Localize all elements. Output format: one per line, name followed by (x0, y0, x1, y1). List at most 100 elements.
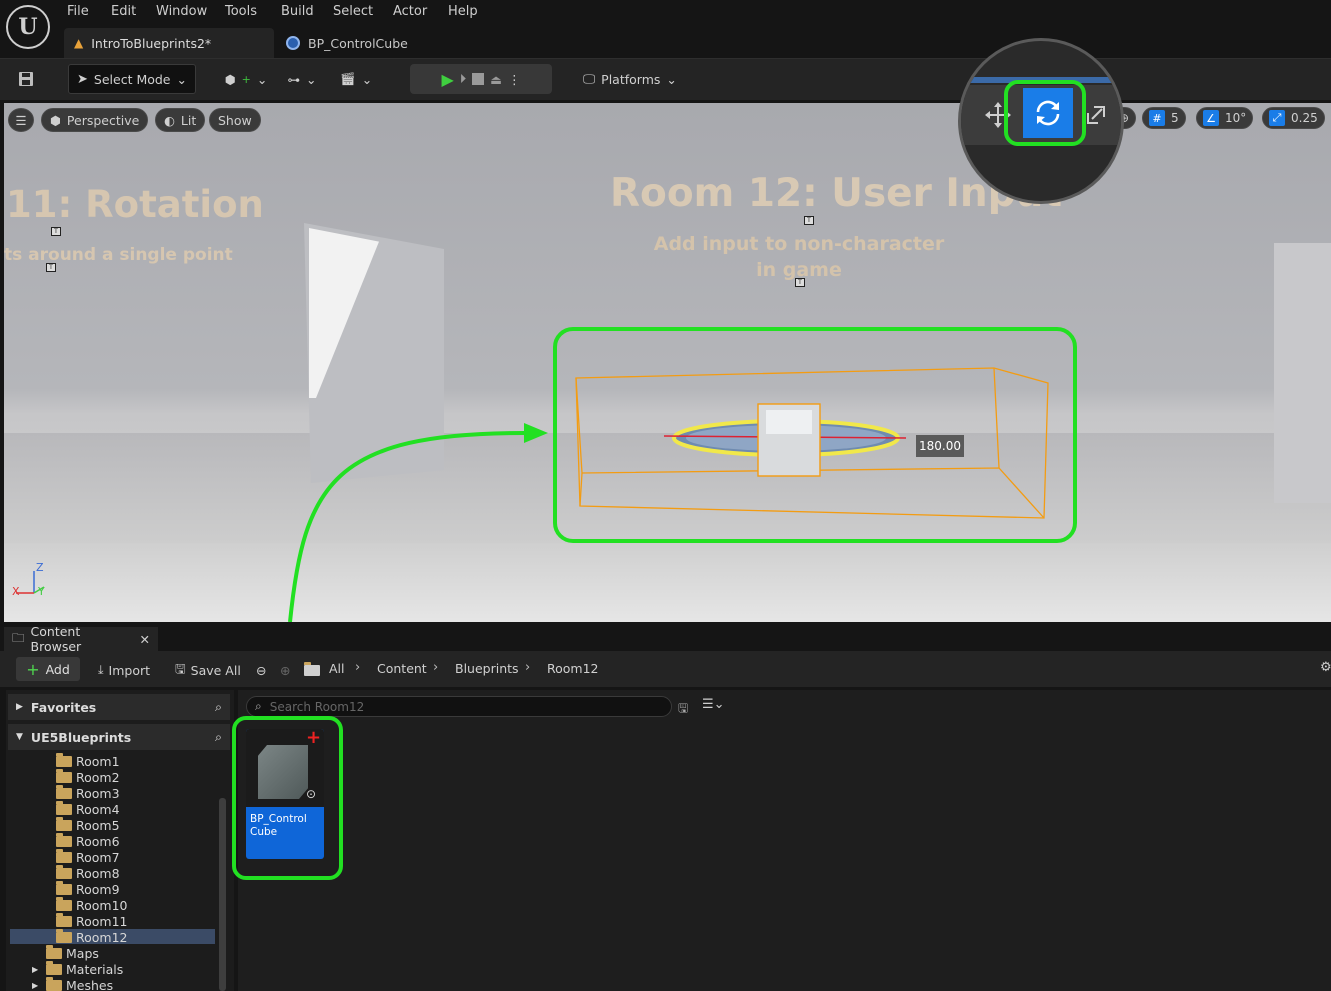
folder-icon (56, 848, 72, 863)
tree-folder-room8[interactable]: Room8 (56, 864, 128, 881)
folder-label: Room6 (76, 833, 120, 849)
folder-icon (56, 864, 72, 879)
unreal-logo-icon[interactable]: U (6, 5, 50, 49)
tree-folder-room6[interactable]: Room6 (56, 832, 128, 849)
lit-button[interactable]: ◐ Lit (155, 108, 206, 132)
tree-folder-room7[interactable]: Room7 (56, 848, 128, 865)
folder-icon (46, 960, 62, 975)
settings-gear-icon[interactable]: ⚙ (1320, 660, 1331, 675)
chevron-down-icon: ⌄ (256, 71, 268, 87)
save-icon[interactable] (12, 64, 40, 94)
eject-icon[interactable]: ⏏︎ (490, 72, 502, 87)
folder-label: Room4 (76, 801, 120, 817)
search-placeholder: Search Room12 (269, 699, 365, 714)
step-icon[interactable]: ⏵︎ (460, 72, 467, 87)
tree-folder-meshes[interactable]: ▶ Meshes (32, 976, 123, 991)
tree-folder-room1[interactable]: Room1 (56, 752, 128, 769)
chevron-down-icon: ⌄ (361, 71, 373, 87)
history-back-button[interactable]: ⊖ (256, 661, 266, 679)
menu-actor[interactable]: Actor (393, 4, 427, 20)
save-all-button[interactable]: 🖫︎ Save All (175, 661, 241, 679)
tab-content-browser[interactable]: 🗀︎ Content Browser ✕ (4, 624, 158, 654)
tree-folder-maps[interactable]: Maps (32, 944, 123, 961)
close-icon[interactable]: ✕ (140, 632, 150, 647)
history-forward-button[interactable]: ⊕ (280, 661, 290, 679)
folder-label: Maps (66, 945, 99, 961)
cinematics-button[interactable]: 🎬︎ ⌄ (336, 64, 376, 94)
breadcrumb-room12[interactable]: Room12 (547, 661, 599, 676)
breadcrumb-content[interactable]: Content (377, 661, 427, 676)
more-options-icon[interactable]: ⋮ (508, 72, 521, 87)
viewport-menu-icon[interactable]: ☰ (8, 108, 34, 132)
tab-level[interactable]: ▲ IntroToBlueprints2* (64, 28, 274, 58)
folder-label: Room3 (76, 785, 120, 801)
folder-label: Materials (66, 961, 124, 977)
menu-help[interactable]: Help (448, 4, 478, 20)
menu-window[interactable]: Window (156, 4, 207, 20)
angle-icon: ∠ (1203, 110, 1219, 126)
platforms-label: Platforms (601, 71, 661, 87)
filter-icon[interactable]: ☰⌄ (702, 697, 725, 712)
chevron-right-icon: ▶ (32, 980, 39, 990)
tree-folder-materials[interactable]: ▶ Materials (32, 960, 124, 977)
tree-folder-room4[interactable]: Room4 (56, 800, 128, 817)
search-icon[interactable]: ⌕ (215, 729, 222, 745)
add-button[interactable]: + Add (16, 657, 80, 681)
show-button[interactable]: Show (209, 108, 261, 132)
perspective-button[interactable]: ⬢ Perspective (41, 108, 149, 132)
menu-tools[interactable]: Tools (225, 4, 257, 20)
folder-icon (56, 912, 72, 927)
search-icon: ⌕ (255, 699, 262, 713)
add-actor-button[interactable]: ⬢ + ⌄ (224, 64, 268, 94)
tab-level-label: IntroToBlueprints2* (91, 35, 212, 51)
content-browser-icon: 🗀︎ (12, 629, 25, 645)
breadcrumb-all[interactable]: All (329, 661, 345, 676)
tree-folder-room3[interactable]: Room3 (56, 784, 128, 801)
import-button[interactable]: ⤓ Import (98, 661, 150, 679)
grid-snap-toggle[interactable]: # 5 (1142, 107, 1186, 129)
plus-icon: + (241, 72, 251, 86)
menu-file[interactable]: File (67, 4, 89, 20)
folder-icon[interactable] (304, 661, 320, 679)
menu-edit[interactable]: Edit (111, 4, 136, 20)
save-all-label: Save All (190, 662, 241, 678)
tree-folder-room11[interactable]: Room11 (56, 912, 128, 929)
cube-add-icon: ⬢ (224, 71, 236, 87)
chevron-right-icon: › (433, 660, 439, 675)
folder-label: Room1 (76, 753, 120, 769)
rotation-snap-toggle[interactable]: ∠ 10° (1196, 107, 1254, 129)
asset-search-input[interactable]: ⌕ Search Room12 (246, 696, 672, 717)
play-icon[interactable]: ▶ (441, 70, 453, 89)
favorites-header[interactable]: ▶ Favorites ⌕ (8, 694, 230, 720)
tree-folder-room5[interactable]: Room5 (56, 816, 128, 833)
chevron-right-icon: › (525, 660, 531, 675)
save-search-icon[interactable]: 🖫︎ (678, 699, 688, 720)
folder-label: Room7 (76, 849, 120, 865)
folder-icon (56, 896, 72, 911)
blueprint-button[interactable]: ⊶ ⌄ (282, 64, 322, 94)
project-header[interactable]: ▼ UE5Blueprints ⌕ (8, 724, 230, 750)
chevron-down-icon: ▼ (16, 732, 23, 742)
tree-folder-room2[interactable]: Room2 (56, 768, 128, 785)
platforms-dropdown[interactable]: 🖵︎ Platforms ⌄ (580, 64, 680, 94)
tree-folder-room10[interactable]: Room10 (56, 896, 128, 913)
search-icon[interactable]: ⌕ (215, 699, 222, 715)
menu-select[interactable]: Select (333, 4, 373, 20)
tab-blueprint[interactable]: BP_ControlCube (276, 28, 476, 58)
grid-icon: # (1149, 110, 1165, 126)
rotation-snap-value: 10° (1225, 111, 1247, 125)
menu-build[interactable]: Build (281, 4, 314, 20)
stop-icon[interactable] (472, 73, 485, 85)
tree-folder-room12[interactable]: Room12 (56, 928, 128, 945)
breadcrumb-blueprints[interactable]: Blueprints (455, 661, 519, 676)
tree-folder-room9[interactable]: Room9 (56, 880, 128, 897)
annotation-overlay (288, 327, 1077, 622)
scale-snap-value: 0.25 (1291, 111, 1318, 125)
select-mode-dropdown[interactable]: ➤ Select Mode ⌄ (68, 64, 196, 94)
select-mode-label: Select Mode (93, 71, 171, 87)
sphere-icon: ◐ (164, 112, 175, 128)
level-viewport[interactable]: 11: Rotation ts around a single point T … (4, 103, 1331, 622)
scale-snap-toggle[interactable]: ⤢ 0.25 (1262, 107, 1325, 129)
asset-panel (238, 690, 1331, 991)
tree-scrollbar[interactable] (219, 798, 226, 991)
